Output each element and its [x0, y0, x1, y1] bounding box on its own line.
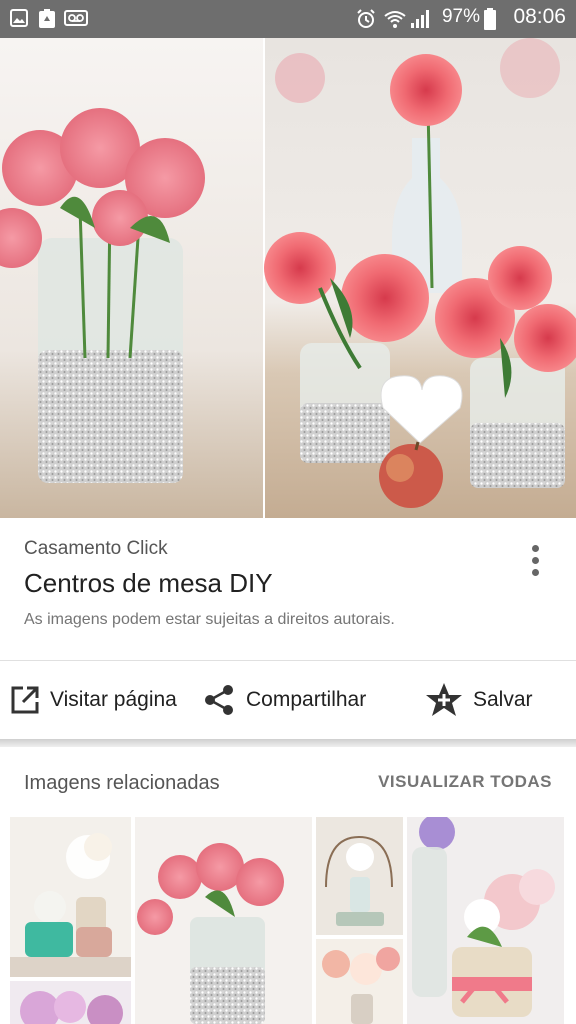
- save-button[interactable]: Salvar: [425, 661, 533, 739]
- hero-image[interactable]: [0, 38, 576, 518]
- view-all-button[interactable]: VISUALIZAR TODAS: [378, 772, 552, 792]
- open-in-new-icon: [11, 686, 39, 714]
- signal-icon: [411, 10, 429, 28]
- source-site[interactable]: Casamento Click: [24, 538, 168, 560]
- visit-page-label: Visitar página: [50, 688, 177, 711]
- battery-icon: [484, 8, 496, 30]
- image-title[interactable]: Centros de mesa DIY: [24, 568, 273, 599]
- clock: 08:06: [513, 5, 566, 28]
- related-images-header: Imagens relacionadas VISUALIZAR TODAS: [0, 747, 576, 817]
- thumbnail-image: [135, 817, 312, 1024]
- voicemail-icon: [64, 10, 88, 26]
- recycle-notification-icon: [39, 9, 55, 28]
- copyright-note: As imagens podem estar sujeitas a direit…: [24, 611, 395, 628]
- related-thumbnail[interactable]: [10, 817, 131, 977]
- related-thumbnail[interactable]: [407, 817, 564, 1024]
- share-button[interactable]: Compartilhar: [204, 661, 366, 739]
- more-dot-icon: [532, 569, 539, 576]
- thumbnail-image: [316, 817, 403, 935]
- result-info-panel: Casamento Click Centros de mesa DIY As i…: [0, 518, 576, 660]
- share-icon: [205, 685, 233, 715]
- battery-percent: 97%: [441, 6, 480, 27]
- status-bar: 97% 08:06: [0, 0, 576, 38]
- more-dot-icon: [532, 545, 539, 552]
- share-label: Compartilhar: [246, 688, 367, 711]
- thumbnail-image: [10, 817, 131, 977]
- related-thumbnail[interactable]: [135, 817, 312, 1024]
- star-save-icon: [426, 683, 462, 716]
- image-notification-icon: [10, 9, 28, 27]
- action-row: Visitar página Compartilhar Salvar: [0, 661, 576, 739]
- wifi-icon: [384, 11, 406, 28]
- thumbnail-image: [10, 981, 131, 1024]
- related-images-heading: Imagens relacionadas: [24, 772, 220, 794]
- section-separator: [0, 739, 576, 747]
- related-thumbnail[interactable]: [316, 939, 403, 1024]
- more-dot-icon: [532, 557, 539, 564]
- related-thumbnails: [0, 817, 576, 1024]
- save-label: Salvar: [473, 688, 533, 711]
- centerpiece-photo: [0, 38, 576, 518]
- thumbnail-image: [316, 939, 403, 1024]
- visit-page-button[interactable]: Visitar página: [10, 661, 177, 739]
- related-thumbnail[interactable]: [316, 817, 403, 935]
- alarm-icon: [357, 9, 375, 28]
- related-thumbnail[interactable]: [10, 981, 131, 1024]
- more-options-button[interactable]: [520, 540, 552, 580]
- thumbnail-image: [407, 817, 564, 1024]
